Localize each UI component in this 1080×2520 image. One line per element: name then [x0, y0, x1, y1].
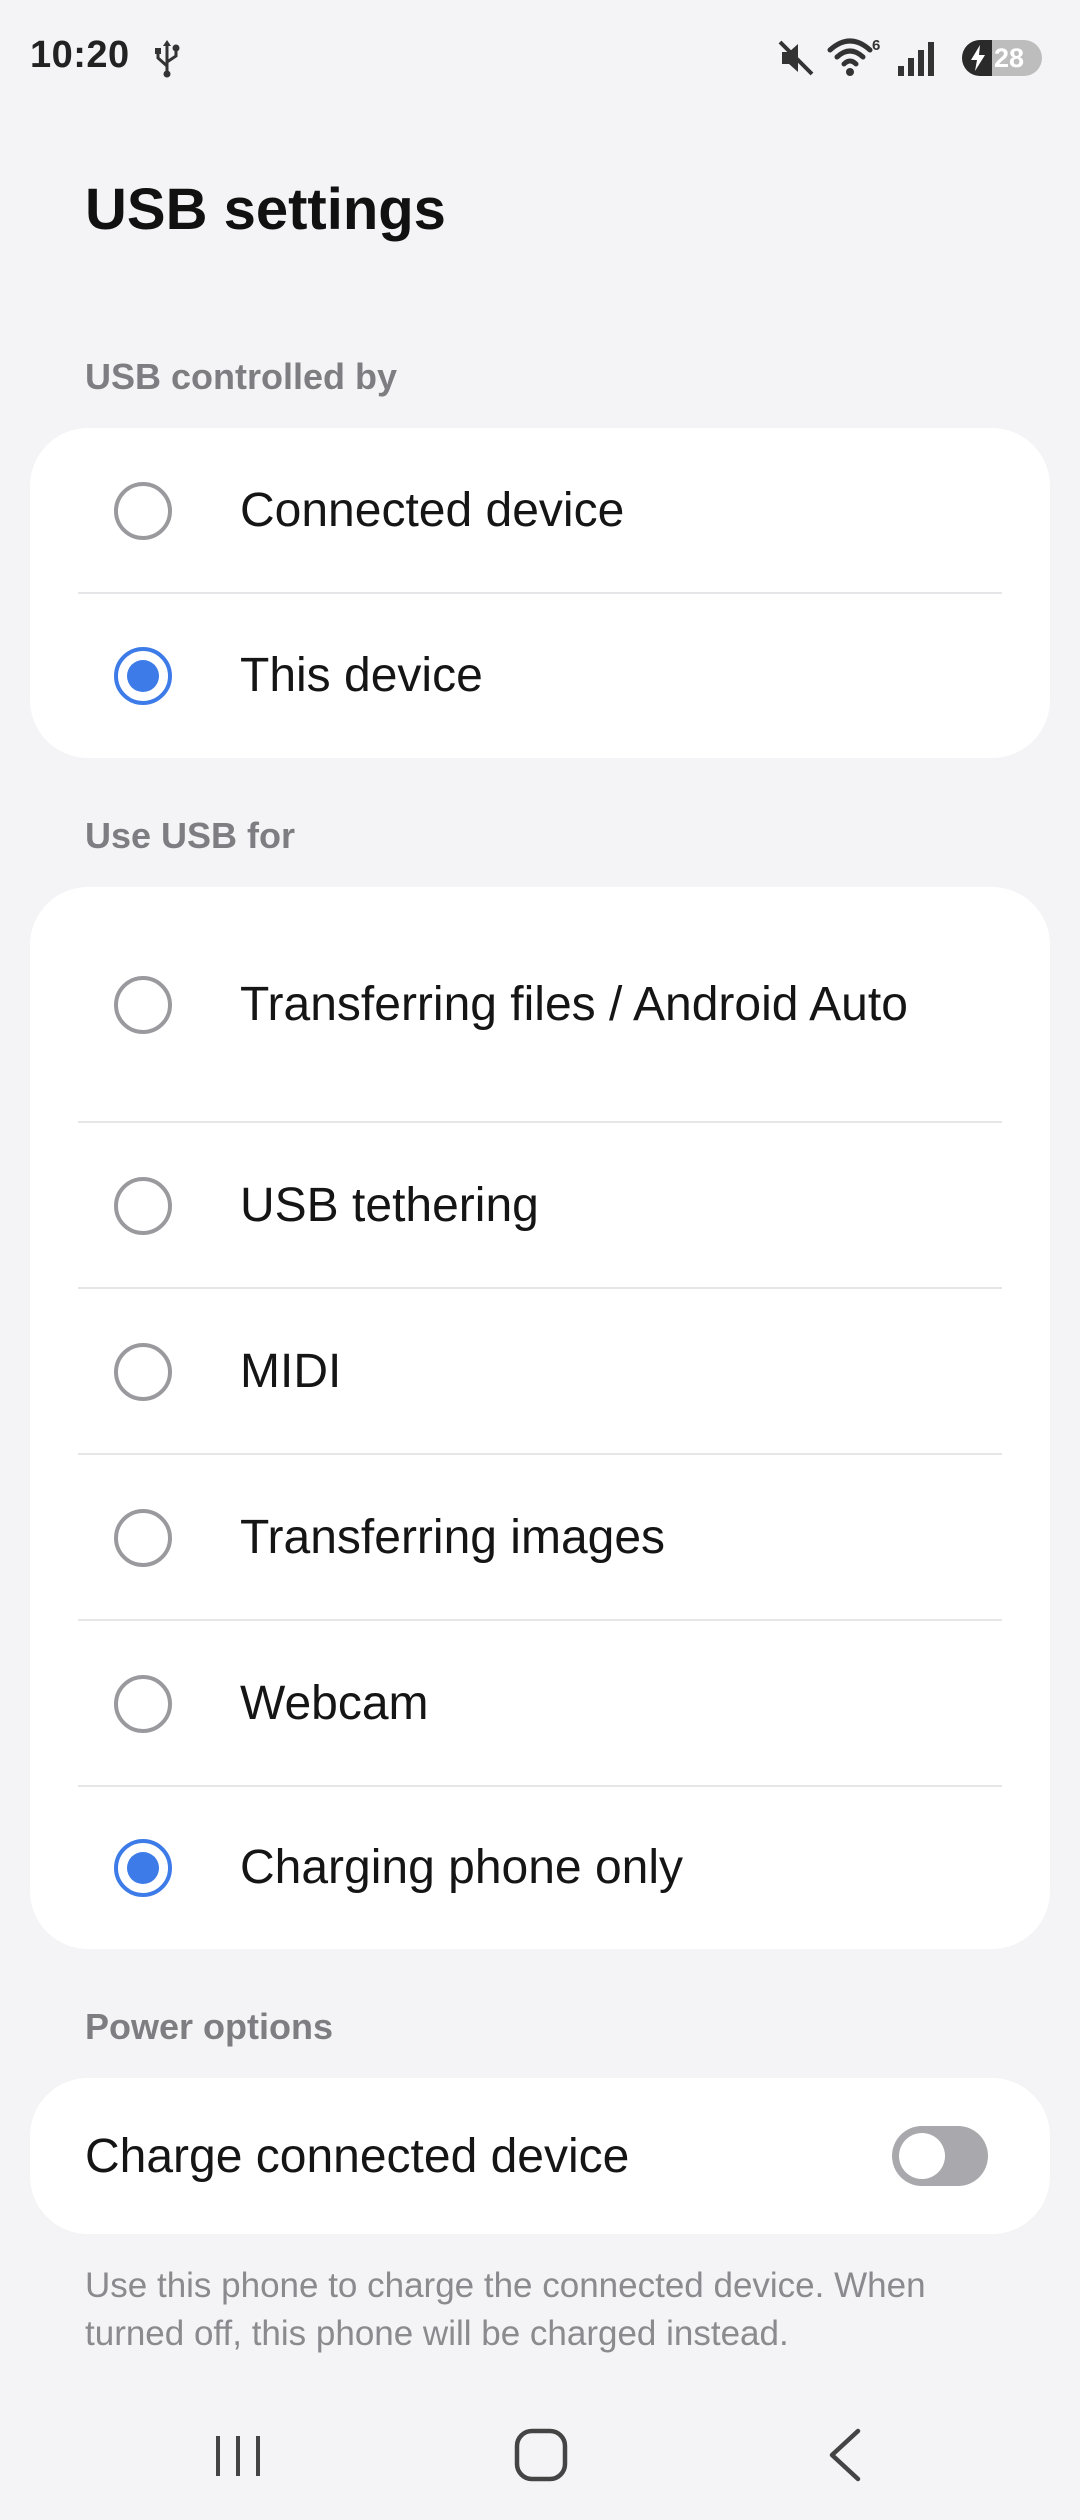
status-bar: 10:20 6 28 — [0, 0, 1080, 120]
radio-connected-device[interactable] — [114, 482, 172, 540]
use-usb-for-card: Transferring files / Android Auto USB te… — [30, 887, 1050, 1949]
option-label: This device — [240, 649, 483, 702]
section-label-use-usb-for: Use USB for — [85, 815, 296, 856]
option-label: Transferring images — [240, 1511, 666, 1564]
usb-controlled-by-card: Connected device This device — [30, 428, 1050, 758]
charge-connected-device-label: Charge connected device — [85, 2129, 630, 2183]
option-usb-tethering[interactable]: USB tethering — [30, 1123, 1050, 1289]
navigation-bar — [0, 2400, 1080, 2520]
home-icon[interactable] — [512, 2426, 570, 2484]
radio-midi[interactable] — [114, 1343, 172, 1401]
status-time: 10:20 — [30, 34, 130, 76]
battery-charging-icon: 28 — [962, 40, 1042, 76]
back-icon[interactable] — [822, 2426, 868, 2484]
radio-this-device[interactable] — [114, 647, 172, 705]
option-label: USB tethering — [240, 1179, 539, 1232]
radio-transferring-images[interactable] — [114, 1509, 172, 1567]
battery-level: 28 — [994, 43, 1025, 73]
wifi-badge: 6 — [872, 37, 880, 54]
page-title: USB settings — [85, 177, 446, 242]
wifi-icon: 6 — [827, 37, 880, 76]
radio-charging-phone-only[interactable] — [114, 1839, 172, 1897]
option-charging-phone-only[interactable]: Charging phone only — [30, 1787, 1050, 1949]
power-options-footnote: Use this phone to charge the connected d… — [85, 2266, 926, 2353]
option-label: Transferring files / Android Auto — [240, 978, 908, 1031]
recents-icon[interactable] — [208, 2430, 268, 2482]
section-label-usb-controlled-by: USB controlled by — [85, 356, 398, 397]
radio-transferring-files[interactable] — [114, 976, 172, 1034]
option-label: Webcam — [240, 1677, 429, 1730]
power-options-card: Charge connected device — [30, 2078, 1050, 2234]
radio-webcam[interactable] — [114, 1675, 172, 1733]
charge-connected-device-toggle[interactable] — [892, 2126, 988, 2186]
usb-icon — [155, 40, 180, 78]
option-transferring-images[interactable]: Transferring images — [30, 1455, 1050, 1621]
option-label: Connected device — [240, 484, 625, 537]
mute-icon — [778, 40, 814, 76]
option-transferring-files[interactable]: Transferring files / Android Auto — [30, 887, 1050, 1123]
option-this-device[interactable]: This device — [30, 594, 1050, 758]
option-connected-device[interactable]: Connected device — [30, 428, 1050, 594]
section-label-power-options: Power options — [85, 2006, 334, 2047]
toggle-knob — [899, 2133, 945, 2179]
charge-connected-device-row[interactable]: Charge connected device — [30, 2078, 1050, 2234]
option-label: MIDI — [240, 1345, 342, 1398]
signal-icon — [898, 42, 934, 76]
option-webcam[interactable]: Webcam — [30, 1621, 1050, 1787]
option-label: Charging phone only — [240, 1841, 683, 1894]
bolt-icon — [971, 45, 985, 71]
radio-usb-tethering[interactable] — [114, 1177, 172, 1235]
option-midi[interactable]: MIDI — [30, 1289, 1050, 1455]
